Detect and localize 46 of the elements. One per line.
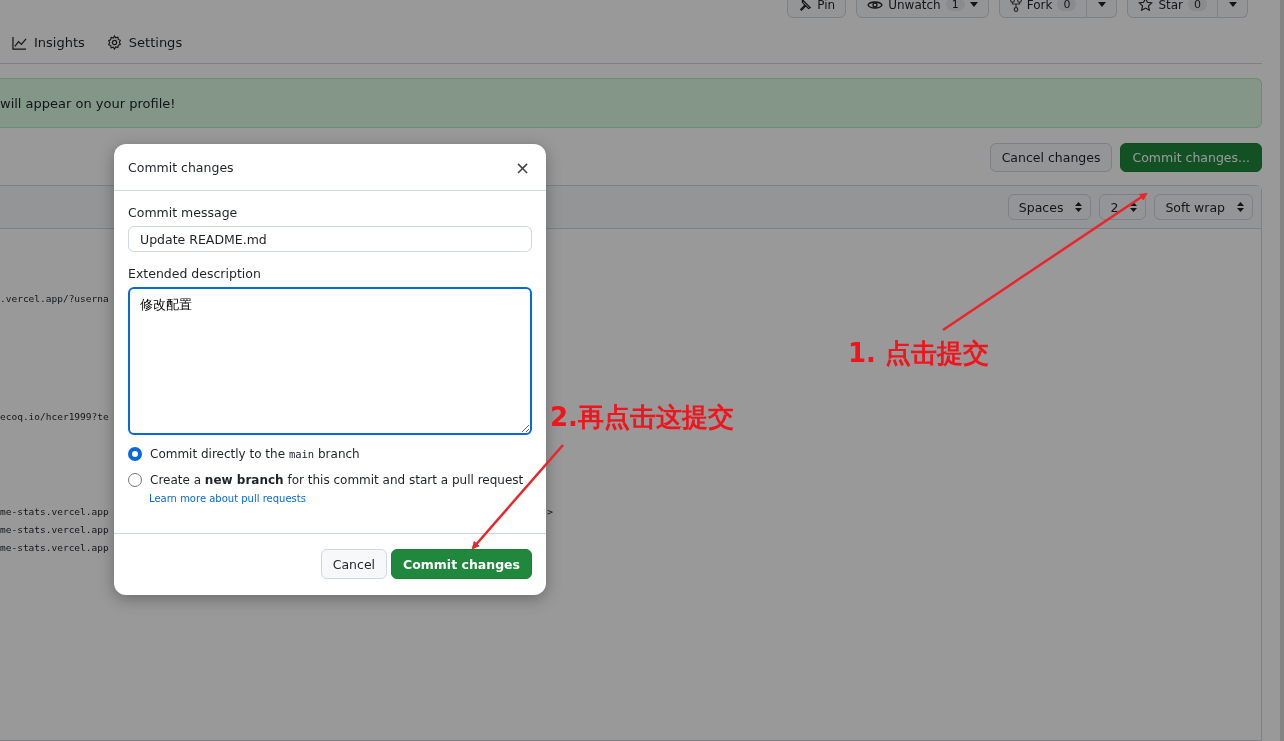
counter-badge: 0	[1188, 0, 1207, 11]
repo-action-button[interactable]: Fork 0	[998, 0, 1088, 18]
description-field[interactable]: 修改配置	[128, 287, 532, 435]
counter-badge: 0	[1057, 0, 1077, 11]
code-line: .vercel.app/?userna	[0, 292, 109, 304]
commit-button[interactable]: Commit changes...	[1120, 143, 1262, 172]
caret-icon	[1097, 2, 1106, 7]
cancel-button[interactable]: Cancel changes	[989, 143, 1113, 172]
code-line: ecoq.io/hcer1999?te	[0, 410, 109, 422]
nav-tab[interactable]: Settings	[106, 35, 183, 50]
select-dropdown[interactable]: Soft wrap	[1154, 194, 1253, 220]
code-line: me-stats.vercel.app	[0, 523, 109, 535]
fork-icon	[1009, 0, 1022, 12]
repo-action-button[interactable]: Pin	[787, 0, 847, 18]
caret-icon	[1228, 2, 1237, 7]
annotation-text: 1. 点击提交	[848, 337, 990, 370]
commit-message-field[interactable]: Update README.md	[128, 226, 532, 252]
radio-label[interactable]: Commit directly to the main branch	[150, 447, 360, 461]
banner-text: will appear on your profile!	[0, 95, 176, 111]
code-line: me-stats.vercel.app	[0, 505, 109, 517]
graph-icon	[12, 35, 27, 50]
eye-icon	[867, 0, 884, 11]
repo-action-button[interactable]: Star 0	[1127, 0, 1218, 18]
star-icon	[1138, 0, 1154, 12]
code-text: >	[547, 505, 553, 517]
select-arrows-icon	[1075, 202, 1083, 212]
select-dropdown[interactable]: Spaces	[1007, 194, 1092, 220]
cancel-button[interactable]: Cancel	[320, 549, 388, 579]
nav-tab[interactable]: Insights	[12, 35, 85, 50]
commit-button[interactable]: Commit changes	[391, 549, 532, 579]
settings-icon	[106, 35, 122, 50]
repo-action-button[interactable]: Unwatch 1	[856, 0, 989, 18]
dialog-title: Commit changes	[128, 159, 234, 175]
field-label: Commit message	[128, 205, 239, 220]
help-link[interactable]: Learn more about pull requests	[149, 493, 306, 504]
close-button[interactable]: ×	[512, 156, 532, 178]
field-label: Extended description	[128, 266, 262, 281]
radio-label[interactable]: Create a new branch for this commit and start a pull request	[150, 473, 524, 487]
radio-button[interactable]	[128, 447, 142, 461]
select-arrows-icon	[1237, 202, 1244, 212]
caret-icon	[969, 2, 978, 7]
annotation-text: 2.再点击这提交	[550, 401, 734, 434]
counter-badge: 1	[945, 0, 965, 11]
select-arrows-icon	[1130, 202, 1138, 212]
code-line: me-stats.vercel.app	[0, 541, 109, 553]
pin-icon	[798, 0, 813, 12]
